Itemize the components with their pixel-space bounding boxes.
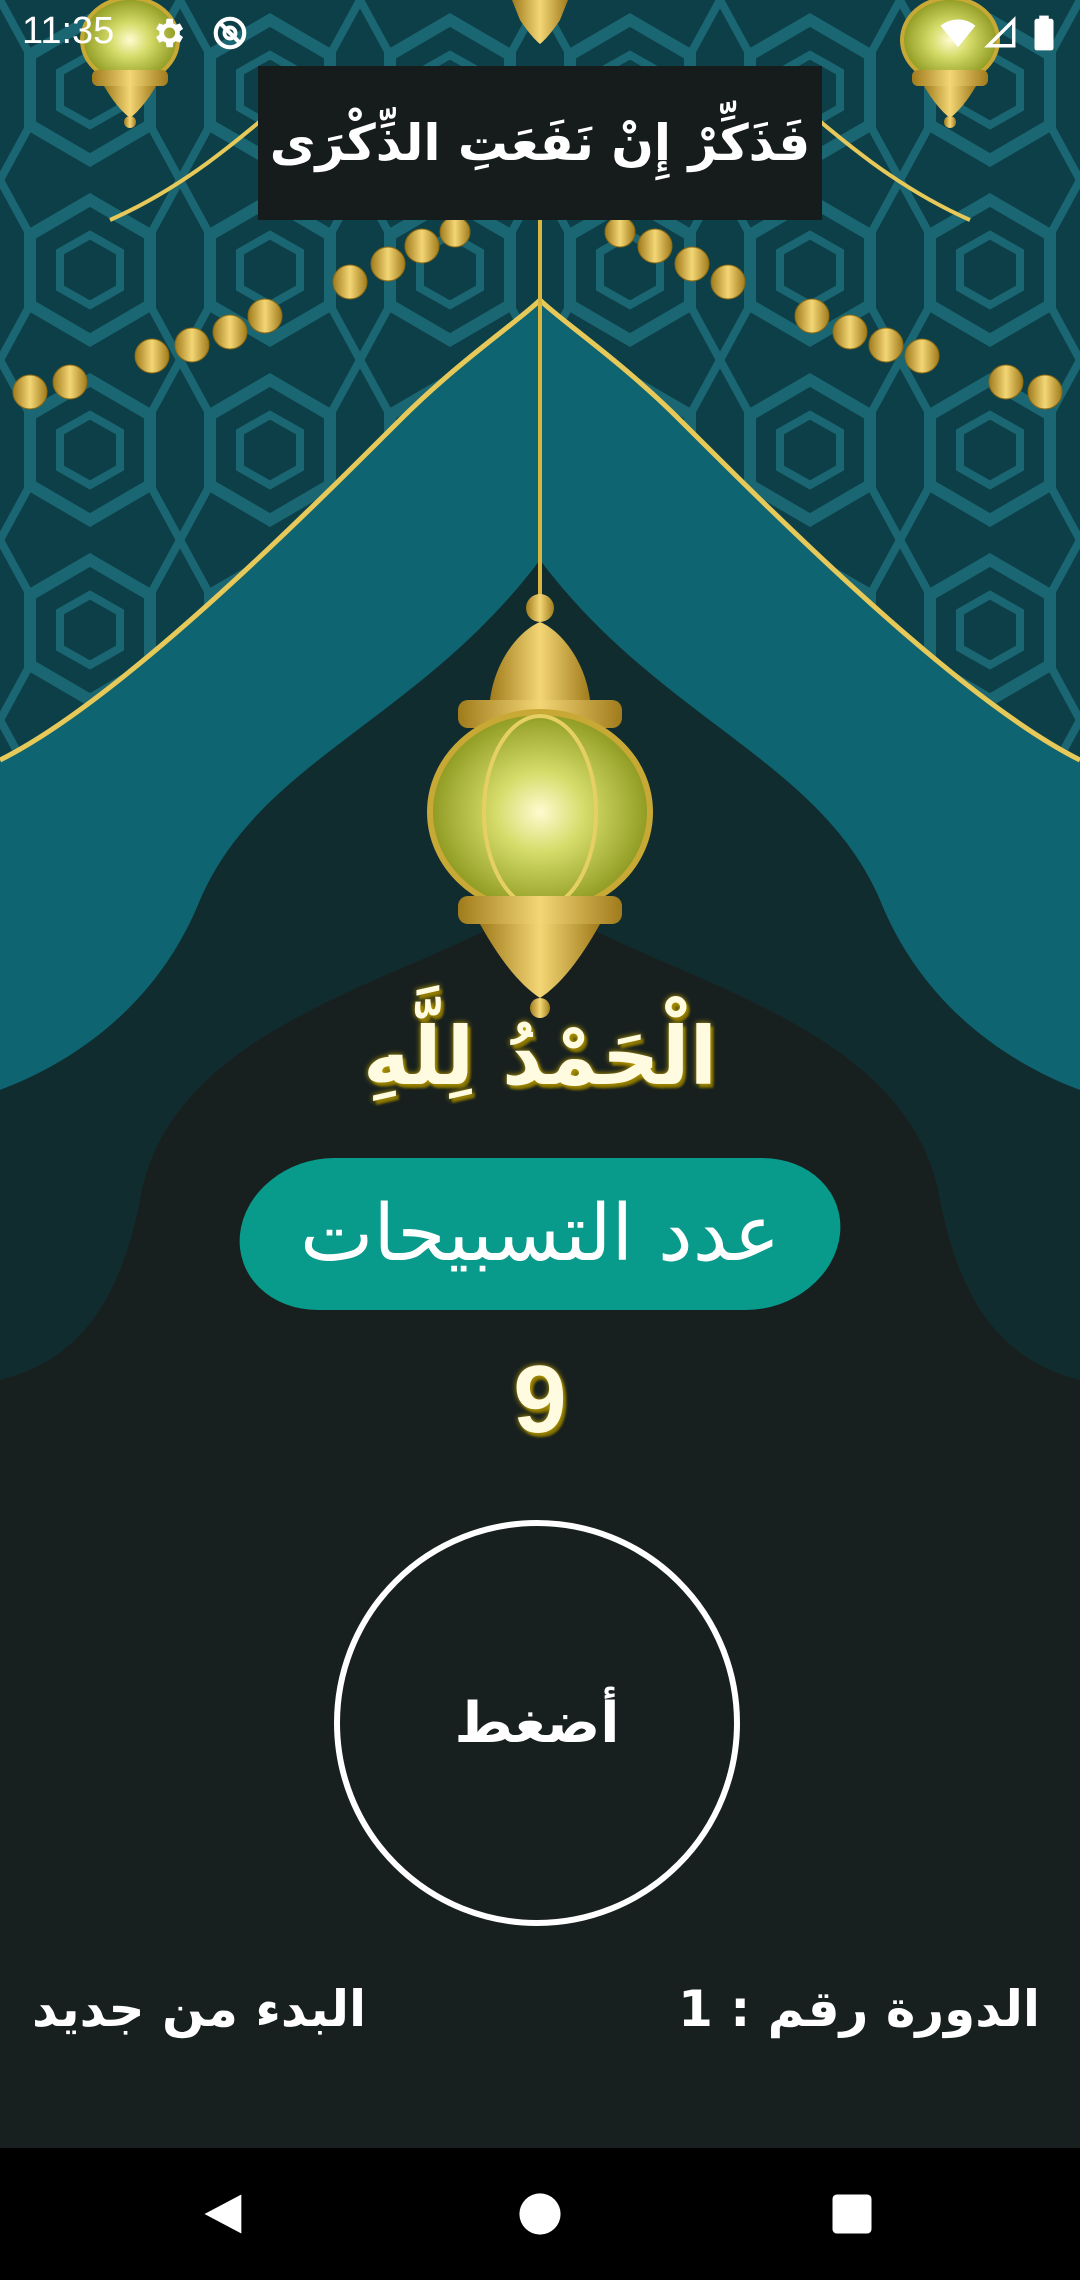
- press-counter-button[interactable]: أضغط: [334, 1520, 740, 1926]
- round-counter: الدورة رقم : 1: [678, 1980, 1040, 2038]
- settings-gear-icon: [156, 18, 184, 48]
- status-bar: 11:35: [0, 0, 1080, 66]
- dhikr-text: الْحَمْدُ لِلَّهِ: [362, 1010, 718, 1103]
- count-label-pill: عدد التسبيحات: [232, 1158, 848, 1310]
- back-triangle-icon[interactable]: [198, 2188, 250, 2240]
- recents-square-icon[interactable]: [826, 2188, 878, 2240]
- no-sync-icon: [213, 16, 247, 50]
- restart-button[interactable]: البدء من جديد: [32, 1980, 366, 2038]
- press-button-label: أضغط: [454, 1690, 620, 1756]
- system-nav-bar: [0, 2148, 1080, 2280]
- wifi-icon: [940, 19, 976, 48]
- header-banner: فَذَكِّرْ إِنْ نَفَعَتِ الذِّكْرَى: [258, 66, 822, 220]
- battery-icon: [1034, 15, 1054, 51]
- header-verse: فَذَكِّرْ إِنْ نَفَعَتِ الذِّكْرَى: [269, 114, 811, 172]
- cell-signal-icon: [984, 16, 1016, 48]
- count-label: عدد التسبيحات: [299, 1189, 781, 1279]
- count-value: 9: [513, 1346, 567, 1453]
- status-time: 11:35: [22, 10, 115, 52]
- home-circle-icon[interactable]: [514, 2188, 566, 2240]
